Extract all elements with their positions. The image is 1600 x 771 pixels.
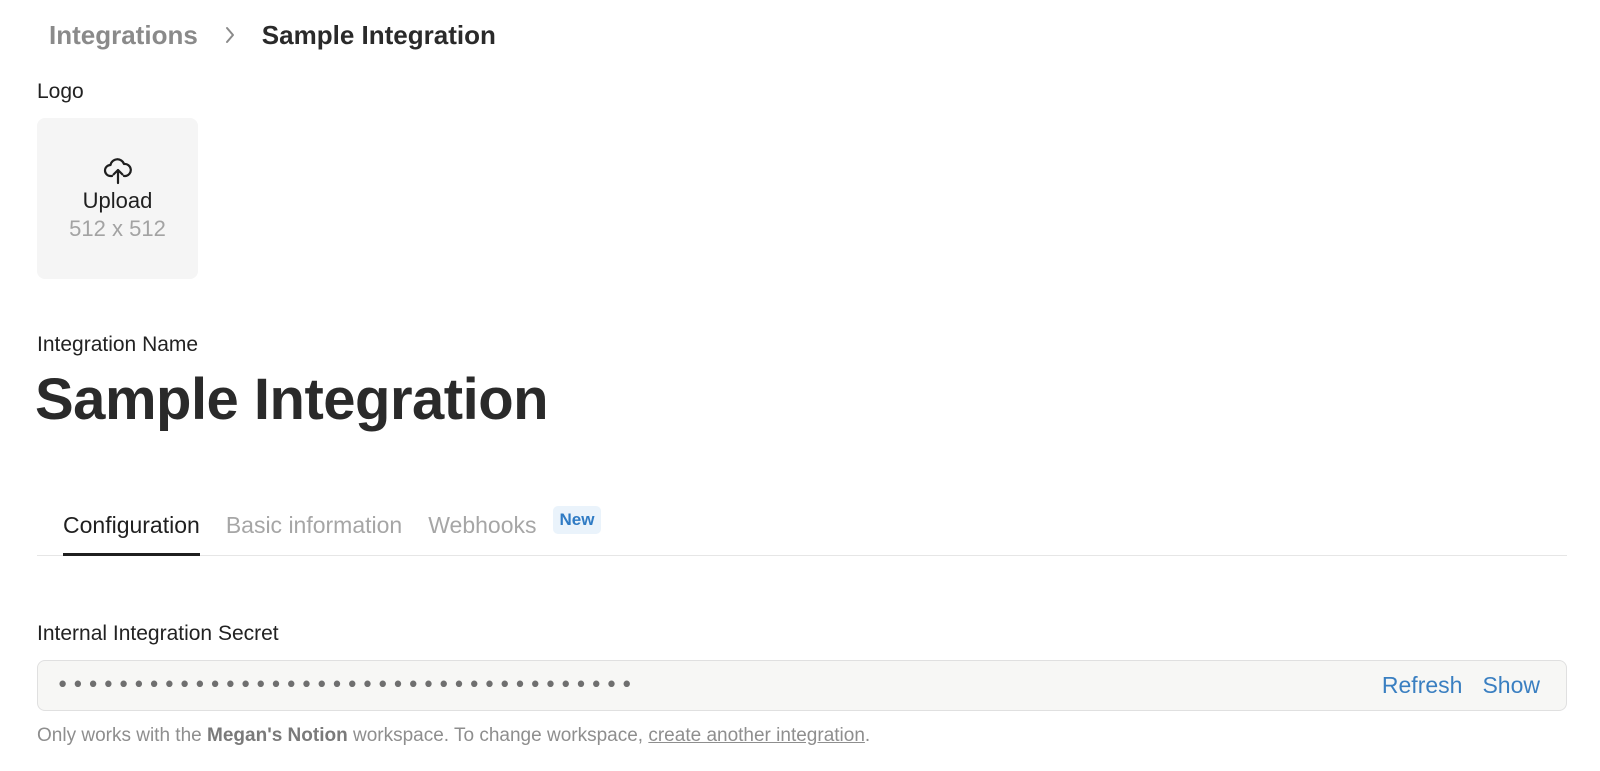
tab-webhooks[interactable]: Webhooks New [428,497,602,555]
cloud-upload-icon [103,156,133,186]
tab-label: Configuration [63,512,200,538]
new-badge: New [552,506,602,534]
upload-label: Upload [82,188,153,213]
tab-configuration[interactable]: Configuration [63,497,200,556]
tab-basic-information[interactable]: Basic information [226,497,402,555]
workspace-helper-text: Only works with the Megan's Notion works… [37,725,870,747]
breadcrumb-current: Sample Integration [261,19,496,50]
helper-suffix: . [864,725,871,746]
secret-actions: Refresh Show [1382,672,1540,699]
show-button[interactable]: Show [1482,672,1540,699]
upload-size-hint: 512 x 512 [69,216,166,241]
helper-middle: workspace. To change workspace, [352,725,644,746]
workspace-name: Megan's Notion [207,725,348,746]
chevron-right-icon [224,26,236,44]
tab-bar: Configuration Basic information Webhooks… [37,497,1567,556]
secret-field: •••••••••••••••••••••••••••••••••••••• R… [37,660,1567,711]
integration-name-field[interactable]: Sample Integration [35,366,549,434]
tab-label: Basic information [225,512,403,538]
breadcrumb: Integrations Sample Integration [49,18,496,52]
create-integration-link[interactable]: create another integration [648,725,865,746]
secret-label: Internal Integration Secret [37,622,279,645]
helper-prefix: Only works with the [37,725,202,746]
secret-masked-value: •••••••••••••••••••••••••••••••••••••• [56,673,636,698]
logo-label: Logo [37,80,84,103]
logo-upload-button[interactable]: Upload 512 x 512 [37,118,198,279]
breadcrumb-integrations-link[interactable]: Integrations [49,20,198,51]
integration-name-label: Integration Name [37,333,199,356]
refresh-button[interactable]: Refresh [1382,672,1463,699]
tab-label: Webhooks [428,512,537,538]
